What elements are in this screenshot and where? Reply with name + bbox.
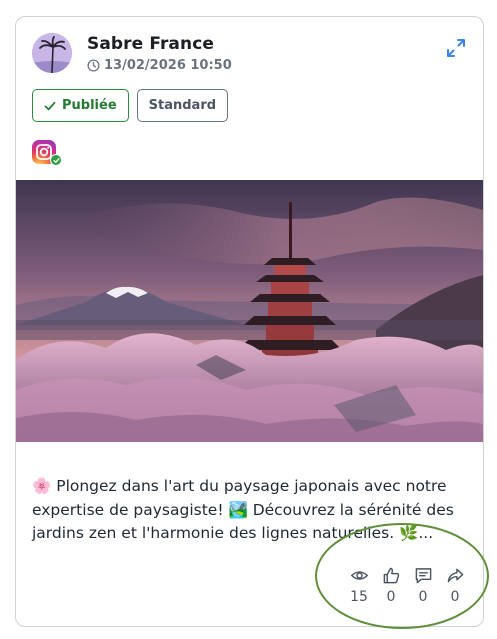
shares-count: 0 [450, 589, 460, 605]
check-icon [44, 101, 56, 110]
datetime-text: 13/02/2026 10:50 [104, 58, 232, 73]
post-image[interactable] [16, 180, 483, 442]
post-datetime: 13/02/2026 10:50 [87, 58, 232, 73]
status-label: Publiée [62, 98, 117, 113]
badge-row: Publiée Standard [32, 89, 229, 122]
avatar[interactable] [32, 33, 72, 73]
stat-likes: 0 [379, 566, 403, 605]
stat-comments: 0 [411, 566, 435, 605]
post-header: Sabre France 13/02/2026 10:50 [32, 33, 467, 77]
share-icon [447, 568, 463, 583]
expand-icon[interactable] [445, 37, 467, 59]
comments-count: 0 [418, 589, 428, 605]
author-name: Sabre France [87, 34, 215, 54]
platform-indicator [32, 140, 62, 168]
stat-shares: 0 [443, 566, 467, 605]
eye-icon [350, 571, 368, 580]
thumbs-up-icon [383, 567, 399, 584]
post-type-label: Standard [148, 98, 217, 113]
stat-views: 15 [347, 566, 371, 605]
post-caption: 🌸 Plongez dans l'art du paysage japonais… [32, 477, 454, 542]
published-check-icon [50, 154, 62, 166]
engagement-stats: 15 0 0 0 [347, 566, 467, 605]
status-badge: Publiée [32, 89, 129, 122]
views-count: 15 [350, 589, 368, 605]
likes-count: 0 [386, 589, 396, 605]
comment-icon [415, 568, 431, 584]
post-type-badge: Standard [136, 89, 229, 122]
post-card: Sabre France 13/02/2026 10:50 Publiée St… [15, 16, 484, 627]
clock-icon [87, 59, 100, 72]
